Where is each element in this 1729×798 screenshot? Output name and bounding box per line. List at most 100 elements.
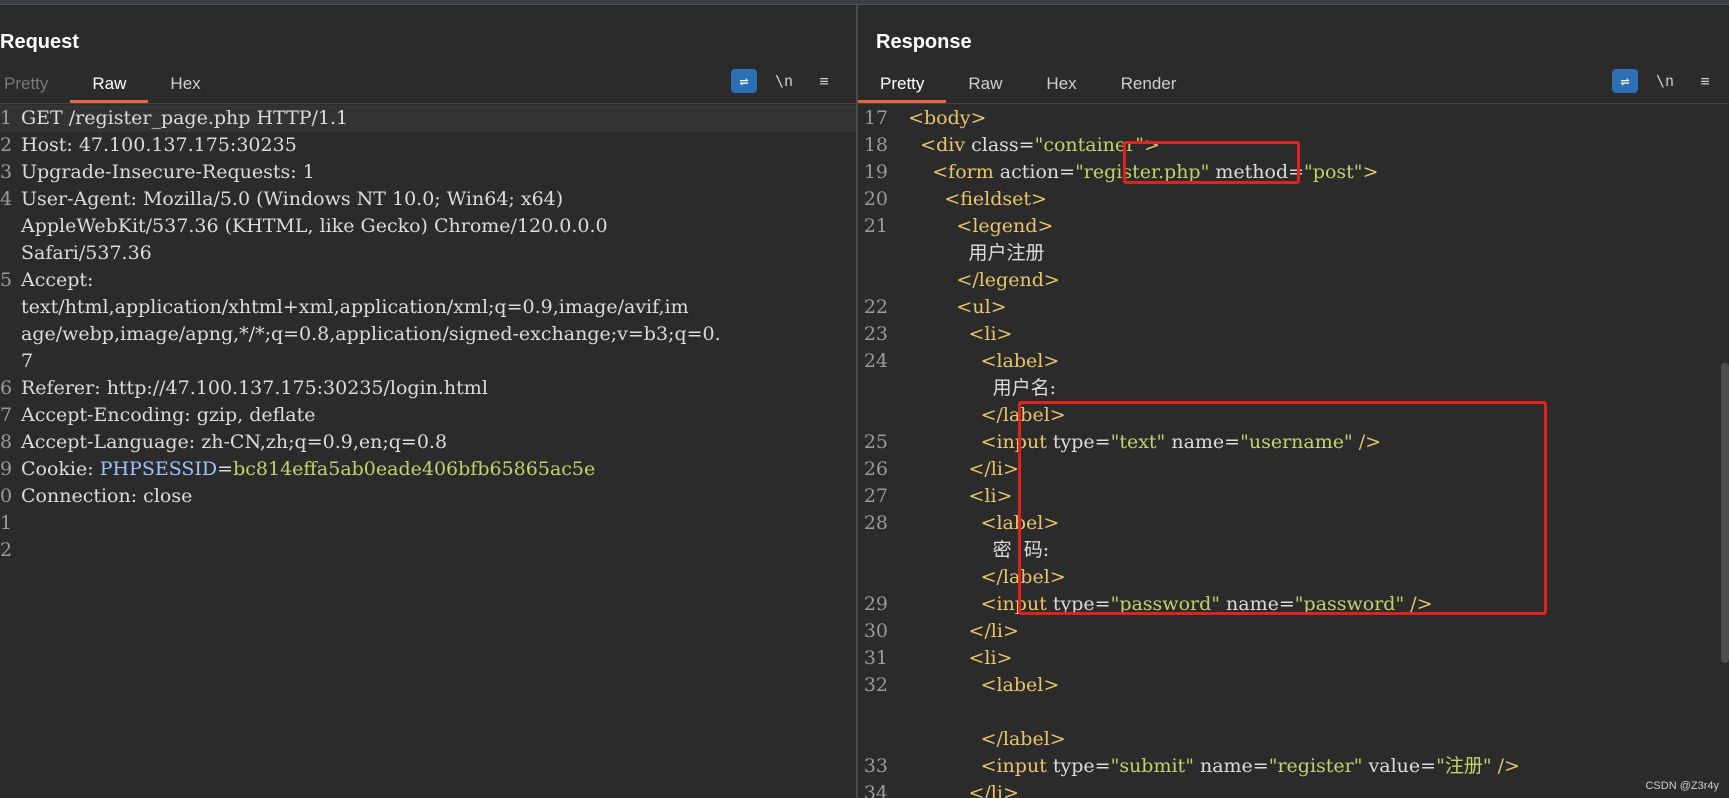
wrap-lines-icon[interactable]: ⇌ [731,69,757,93]
attr-value: "submit" [1110,755,1194,777]
header-name: Host: [21,134,79,156]
line-number: 21 [863,215,888,237]
header-name: Accept: [21,269,94,291]
tab-raw[interactable]: Raw [946,67,1024,101]
show-newlines-icon[interactable]: \n [1652,69,1678,93]
line-number: 7 [0,404,13,426]
line-text: User-Agent: Mozilla/5.0 (Windows NT 10.0… [21,186,563,213]
code-line: 4 User-Agent: Mozilla/5.0 (Windows NT 10.… [0,186,856,213]
header-value: close [143,485,193,507]
header-name: Cookie: [21,458,100,480]
request-editor[interactable]: 1 GET /register_page.php HTTP/1.1 2 Host: 4… [0,105,856,798]
code-line: text/html,application/xhtml+xml,applicat… [0,294,856,321]
line-number: 1 [0,512,13,534]
code-line: 33 <input type="submit" name="register" … [858,753,1729,780]
html-tag: </label> [980,728,1066,750]
line-text: <fieldset> [896,186,1047,213]
wrap-lines-icon[interactable]: ⇌ [1612,69,1638,93]
line-text: <li> [896,483,1012,510]
show-newlines-icon[interactable]: \n [771,69,797,93]
line-number: 19 [863,161,888,183]
code-line: 7 Accept-Encoding: gzip, deflate [0,402,856,429]
code-line: Safari/537.36 [0,240,856,267]
line-number: 31 [863,647,888,669]
code-line: AppleWebKit/537.36 (KHTML, like Gecko) C… [0,213,856,240]
request-title: Request [0,31,79,53]
code-line: 23 <li> [858,321,1729,348]
code-line: 32 <label> [858,672,1729,699]
html-tag: <li> [968,647,1013,669]
html-tag: </li> [968,782,1019,798]
html-tag: /> [1491,755,1520,777]
line-number: 26 [863,458,888,480]
html-attr: name= [1193,755,1269,777]
header-name: Accept-Encoding: [21,404,197,426]
code-line: age/webp,image/apng,*/*;q=0.8,applicatio… [0,321,856,348]
code-line: 5 Accept: [0,267,856,294]
line-content: 7 [21,350,34,372]
line-text: text/html,application/xhtml+xml,applicat… [21,294,689,321]
html-tag: <li> [968,485,1013,507]
tab-pretty[interactable]: Pretty [858,67,947,103]
header-value: zh-CN,zh;q=0.9,en;q=0.8 [201,431,448,453]
tab-render[interactable]: Render [1099,67,1199,101]
line-number: 20 [863,188,888,210]
code-line: 6 Referer: http://47.100.137.175:30235/lo… [0,375,856,402]
line-text: Upgrade-Insecure-Requests: 1 [21,159,315,186]
line-number: 9 [0,458,13,480]
line-text: <legend> [896,213,1053,240]
line-number: 4 [0,188,13,210]
tab-divider [0,103,856,104]
html-attr: class= [971,134,1035,156]
cookie-equals: = [217,458,234,480]
line-text: 用户名: [896,375,1056,402]
line-text: Cookie: PHPSESSID=bc814effa5ab0eade406bf… [21,456,595,483]
menu-icon[interactable]: ≡ [1692,69,1718,93]
code-line: 22 <ul> [858,294,1729,321]
code-line: </label> [858,726,1729,753]
tab-raw[interactable]: Raw [70,67,149,103]
line-content: AppleWebKit/537.36 (KHTML, like Gecko) C… [21,215,608,237]
line-text: Connection: close [21,483,192,510]
html-tag: <form [932,161,1000,183]
line-content: age/webp,image/apng,*/*;q=0.8,applicatio… [21,323,721,345]
header-name: User-Agent: [21,188,143,210]
line-text: Accept-Language: zh-CN,zh;q=0.9,en;q=0.8 [21,429,447,456]
line-text: <label> [896,348,1060,375]
line-number: 27 [863,485,888,507]
attr-value: "post" [1304,161,1363,183]
header-name: Upgrade-Insecure-Requests: [21,161,303,183]
code-line: 7 [0,348,856,375]
tab-hex[interactable]: Hex [148,67,222,101]
line-text: <input type="submit" name="register" val… [896,753,1520,780]
scrollbar[interactable] [1721,363,1729,663]
line-number: 3 [0,161,13,183]
request-panel: Request Pretty Raw Hex ⇌ \n ≡ 1 GET /regi… [0,5,856,798]
cookie-name: PHPSESSID [99,458,218,480]
tab-pretty[interactable]: Pretty [0,67,70,101]
line-text: Accept-Encoding: gzip, deflate [21,402,316,429]
tab-hex[interactable]: Hex [1024,67,1098,101]
menu-icon[interactable]: ≡ [811,69,837,93]
code-line: 30 </li> [858,618,1729,645]
line-text: AppleWebKit/537.36 (KHTML, like Gecko) C… [21,213,608,240]
response-title: Response [876,31,972,53]
html-tag: </legend> [956,269,1060,291]
html-attr: value= [1362,755,1437,777]
code-line: 用户注册 [858,240,1729,267]
